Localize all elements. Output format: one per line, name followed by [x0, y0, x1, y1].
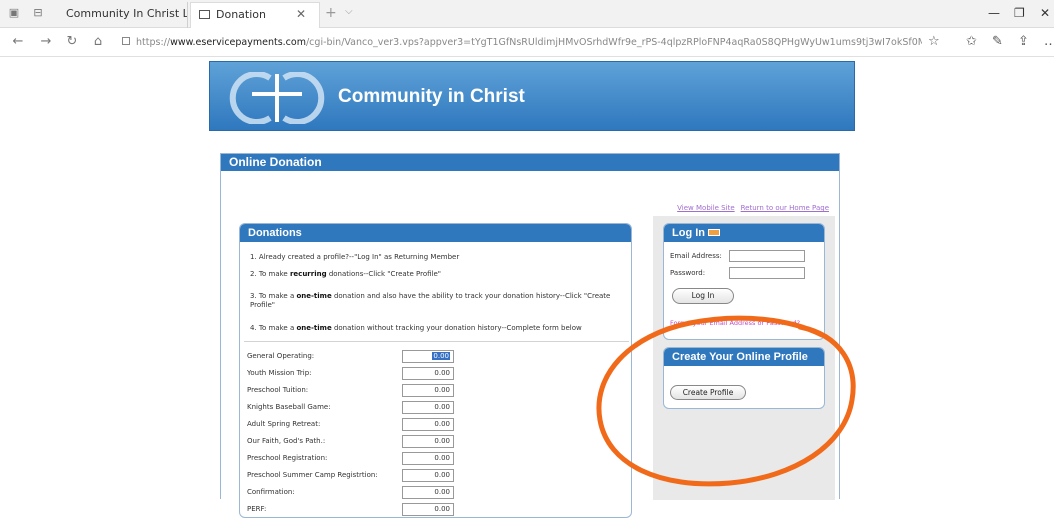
divider [244, 341, 629, 342]
restore-icon[interactable]: ❐ [1014, 6, 1025, 20]
tabs-aside-icon[interactable]: ⊟ [30, 6, 46, 20]
fund-row-preschool-registration: Preschool Registration: 0.00 [247, 452, 467, 465]
refresh-icon[interactable]: ↻ [64, 34, 80, 49]
donations-panel: Donations 1. Already created a profile?-… [239, 223, 632, 518]
login-button[interactable]: Log In [672, 288, 734, 304]
fund-row-summer-camp: Preschool Summer Camp Registrtion: 0.00 [247, 469, 467, 482]
fund-row-youth-mission: Youth Mission Trip: 0.00 [247, 367, 467, 380]
fund-label: Confirmation: [247, 488, 295, 496]
annotation-circle [596, 315, 856, 487]
url-path: /cgi-bin/Vanco_ver3.vps?appver3=tYgT1GfN… [305, 37, 922, 48]
fund-label: Adult Spring Retreat: [247, 420, 321, 428]
fund-label: PERF: [247, 505, 267, 513]
tab-label: Donation [216, 8, 266, 21]
favorite-star-icon[interactable]: ☆ [928, 34, 940, 49]
fund-row-knights-baseball: Knights Baseball Game: 0.00 [247, 401, 467, 414]
tab-community[interactable]: Community In Christ Luther [58, 2, 188, 28]
fund-row-confirmation: Confirmation: 0.00 [247, 486, 467, 499]
fund-amount-input[interactable]: 0.00 [402, 435, 454, 448]
fund-label: Our Faith, God's Path.: [247, 437, 326, 445]
login-title: Log In [664, 224, 824, 242]
tab-actions-icon[interactable]: ▣ [6, 6, 22, 20]
fund-row-our-faith: Our Faith, God's Path.: 0.00 [247, 435, 467, 448]
fund-amount-input[interactable]: 0.00 [402, 503, 454, 516]
email-field[interactable] [729, 250, 805, 262]
donations-title: Donations [240, 224, 631, 242]
share-icon[interactable]: ⇪ [1018, 34, 1029, 49]
email-label: Email Address: [670, 252, 722, 260]
instruction-2: 2. To make recurring donations--Click "C… [250, 270, 441, 278]
password-label: Password: [670, 269, 706, 277]
address-bar: ← → ↻ ⌂ https://www.eservicepayments.com… [0, 28, 1054, 57]
fund-row-perf: PERF: 0.00 [247, 503, 467, 516]
fund-amount-input[interactable]: 0.00 [402, 452, 454, 465]
tab-label: Community In Christ Luther [66, 7, 188, 20]
fund-label: General Operating: [247, 352, 315, 360]
fund-amount-input[interactable]: 0.00 [402, 401, 454, 414]
home-icon[interactable]: ⌂ [90, 34, 106, 49]
fund-row-general-operating: General Operating: 0.00 [247, 350, 467, 363]
church-logo-icon [229, 72, 325, 124]
fund-amount-input[interactable]: 0.00 [402, 384, 454, 397]
lock-icon [122, 37, 130, 45]
org-name: Community in Christ [338, 86, 525, 107]
forward-icon[interactable]: → [38, 34, 54, 49]
more-icon[interactable]: … [1044, 34, 1054, 49]
fund-amount-input[interactable]: 0.00 [402, 418, 454, 431]
password-field[interactable] [729, 267, 805, 279]
page-title: Online Donation [221, 154, 839, 171]
new-tab-icon[interactable]: + [325, 5, 337, 21]
instruction-1: 1. Already created a profile?--"Log In" … [250, 253, 460, 261]
fund-label: Youth Mission Trip: [247, 369, 312, 377]
back-icon[interactable]: ← [10, 34, 26, 49]
fund-label: Knights Baseball Game: [247, 403, 331, 411]
chevron-down-icon[interactable]: ⌵ [345, 6, 353, 17]
fund-amount-input[interactable]: 0.00 [402, 486, 454, 499]
close-tab-icon[interactable]: ✕ [296, 7, 306, 21]
fund-amount-input[interactable]: 0.00 [402, 350, 454, 363]
favorites-icon[interactable]: ✩ [966, 34, 977, 49]
instruction-4: 4. To make a one-time donation without t… [250, 324, 582, 332]
browser-tab-bar: ▣ ⊟ Community In Christ Luther Donation … [0, 0, 1054, 28]
home-page-link[interactable]: Return to our Home Page [741, 204, 829, 212]
fund-row-preschool-tuition: Preschool Tuition: 0.00 [247, 384, 467, 397]
fund-amount-input[interactable]: 0.00 [402, 367, 454, 380]
close-window-icon[interactable]: ✕ [1040, 6, 1050, 20]
url-field[interactable]: https://www.eservicepayments.com/cgi-bin… [122, 33, 922, 52]
page-icon [199, 10, 210, 19]
fund-amount-input[interactable]: 0.00 [402, 469, 454, 482]
fund-label: Preschool Tuition: [247, 386, 309, 394]
site-header-banner: Community in Christ [209, 61, 855, 131]
mobile-site-link[interactable]: View Mobile Site [677, 204, 734, 212]
instruction-3: 3. To make a one-time donation and also … [250, 292, 611, 309]
fund-label: Preschool Registration: [247, 454, 328, 462]
fund-row-adult-retreat: Adult Spring Retreat: 0.00 [247, 418, 467, 431]
url-domain: www.eservicepayments.com [170, 37, 306, 48]
minimize-icon[interactable]: — [988, 6, 1000, 20]
pen-icon[interactable]: ✎ [992, 34, 1003, 49]
top-links: View Mobile Site Return to our Home Page [671, 204, 829, 212]
lock-badge-icon [708, 229, 721, 236]
url-prefix: https:// [136, 37, 171, 48]
fund-label: Preschool Summer Camp Registrtion: [247, 471, 378, 479]
